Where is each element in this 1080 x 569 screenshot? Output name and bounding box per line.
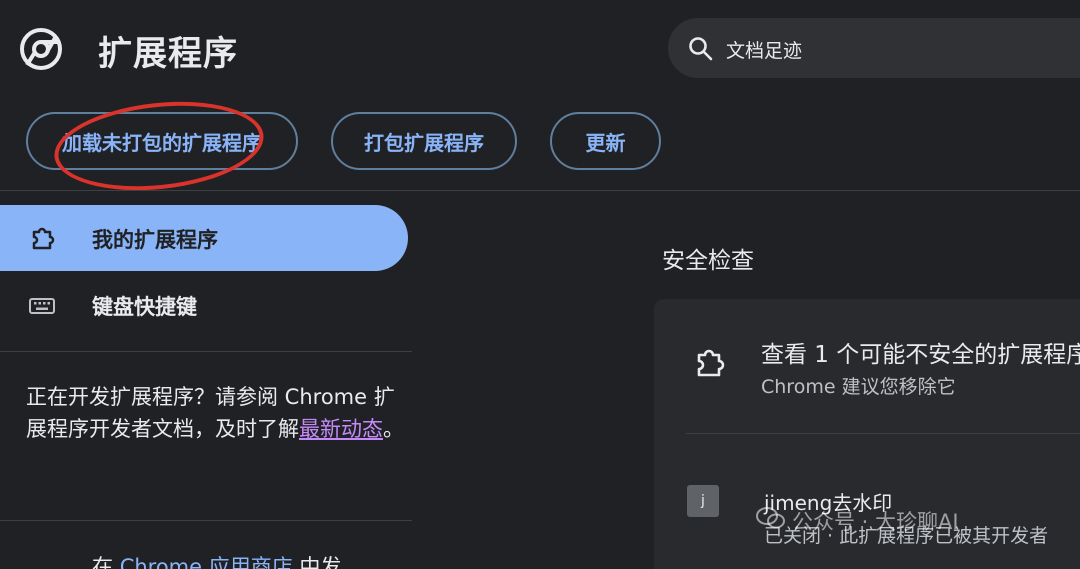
safety-check-title: 安全检查	[662, 248, 754, 274]
sidebar-item-keyboard-shortcuts[interactable]: 键盘快捷键	[0, 272, 408, 338]
sidebar-item-label: 键盘快捷键	[92, 295, 197, 319]
keyboard-icon	[29, 298, 55, 314]
latest-news-link[interactable]: 最新动态	[299, 417, 383, 441]
wechat-icon	[756, 507, 785, 529]
toolbar: 加载未打包的扩展程序 打包扩展程序 更新	[0, 110, 1080, 174]
watermark: 公众号 · 大珍聊AI	[792, 510, 959, 534]
header: 扩展程序 文档足迹	[0, 0, 1080, 96]
search-input[interactable]: 文档足迹	[726, 36, 802, 63]
card-divider	[686, 433, 1080, 434]
search-icon	[689, 37, 713, 61]
unsafe-extensions-title[interactable]: 查看 1 个可能不安全的扩展程序	[761, 335, 1080, 369]
unsafe-extensions-subtitle: Chrome 建议您移除它	[761, 376, 956, 398]
load-unpacked-button[interactable]: 加载未打包的扩展程序	[26, 112, 298, 170]
sidebar-item-label: 我的扩展程序	[92, 228, 218, 252]
developer-note: 正在开发扩展程序？请参阅 Chrome 扩展程序开发者文档，及时了解最新动态。	[26, 385, 404, 441]
chrome-logo-icon	[20, 28, 62, 70]
update-button[interactable]: 更新	[550, 112, 661, 170]
sidebar-item-my-extensions[interactable]: 我的扩展程序	[0, 205, 408, 271]
sidebar-divider	[0, 351, 412, 352]
webstore-note: 在 Chrome 应用商店 中发	[92, 551, 341, 569]
sidebar: 我的扩展程序 键盘快捷键 正在开发扩展程序？请参阅 Chrome 扩展程序开发者…	[0, 191, 412, 569]
sidebar-divider	[0, 520, 412, 521]
puzzle-icon	[32, 227, 55, 250]
webstore-link[interactable]: Chrome 应用商店	[120, 555, 293, 569]
search-box[interactable]: 文档足迹	[668, 18, 1080, 78]
extension-avatar: j	[687, 485, 719, 517]
pack-extension-button[interactable]: 打包扩展程序	[331, 112, 517, 170]
puzzle-icon	[697, 349, 725, 377]
page-title: 扩展程序	[98, 34, 238, 74]
